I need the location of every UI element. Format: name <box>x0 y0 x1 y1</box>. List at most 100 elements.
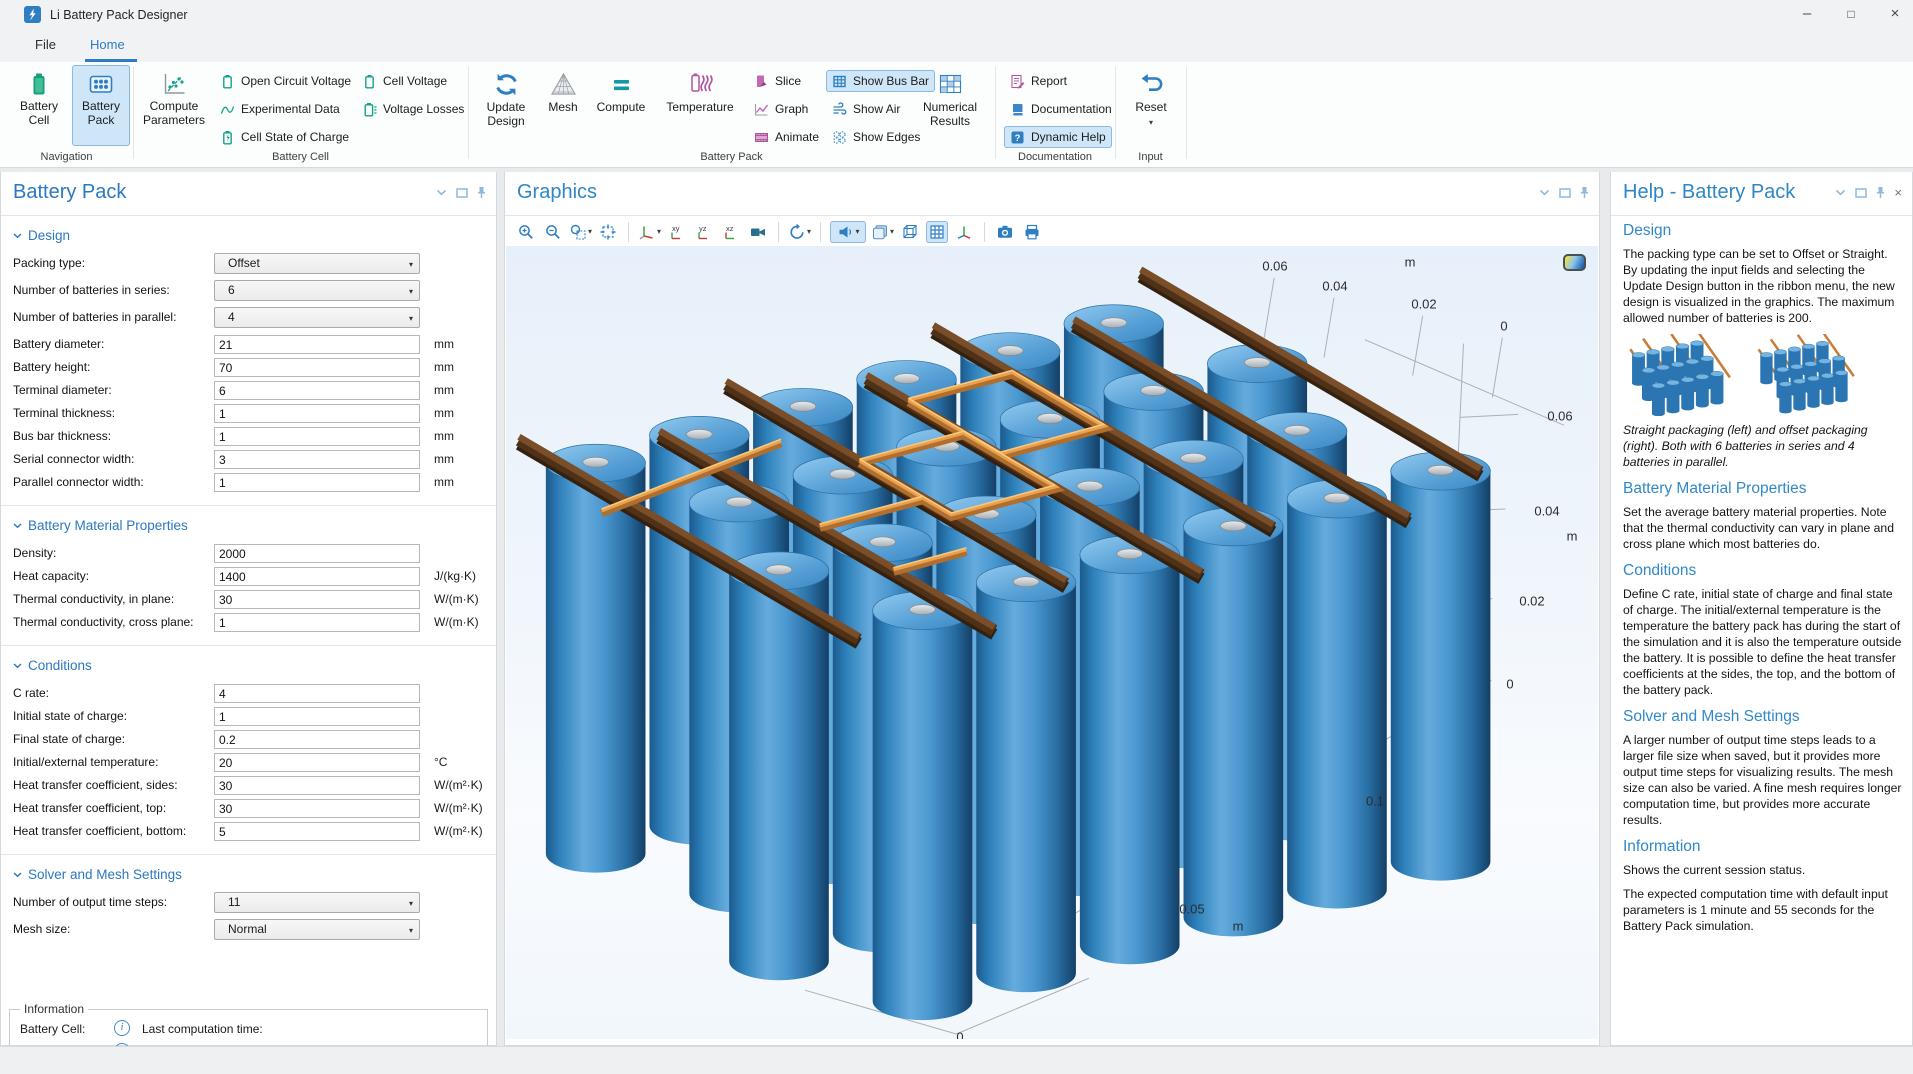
scene-light-button[interactable]: ▾ <box>830 221 866 243</box>
reset-dropdown-arrow[interactable]: ▾ <box>1149 118 1153 127</box>
view-xy-button[interactable]: xy <box>666 221 688 243</box>
mesh-size-select[interactable]: Normal▾ <box>214 919 420 940</box>
open-circuit-voltage-button[interactable]: Open Circuit Voltage <box>214 70 357 92</box>
chevron-down-icon[interactable] <box>436 189 447 196</box>
terminal-thickness-input[interactable] <box>214 404 420 423</box>
initial-temperature-input[interactable] <box>214 753 420 772</box>
zoom-in-button[interactable] <box>515 221 537 243</box>
temperature-button[interactable]: Temperature <box>658 65 742 146</box>
slice-button[interactable]: Slice <box>748 70 807 92</box>
float-window-icon[interactable] <box>456 188 468 198</box>
info-icon[interactable]: i <box>114 1020 130 1036</box>
voltage-losses-button[interactable]: Voltage Losses <box>356 98 470 120</box>
default-view-button[interactable]: ▾ <box>638 221 661 243</box>
heat-capacity-input[interactable] <box>214 567 420 586</box>
show-air-toggle[interactable]: Show Air <box>826 98 906 120</box>
density-input[interactable] <box>214 544 420 563</box>
zoom-box-button[interactable]: ▾ <box>569 221 592 243</box>
section-solver[interactable]: Solver and Mesh Settings <box>13 867 496 882</box>
serial-connector-width-input[interactable] <box>214 450 420 469</box>
pin-icon[interactable] <box>1580 186 1589 199</box>
graphics-panel: Graphics ▾ ▾ xy yz xz ▾ ▾ ▾ <box>504 172 1600 1046</box>
field-row: Packing type: Offset▾ <box>13 252 496 279</box>
print-button[interactable] <box>1021 221 1043 243</box>
window-title: Li Battery Pack Designer <box>50 8 188 22</box>
section-chevron-icon <box>13 523 22 529</box>
mesh-button[interactable]: Mesh <box>540 65 586 146</box>
section-design[interactable]: Design <box>13 228 496 243</box>
scene-camera-button[interactable] <box>747 221 769 243</box>
maximize-button[interactable]: □ <box>1829 0 1873 30</box>
float-window-icon[interactable] <box>1559 188 1571 198</box>
thermal-conductivity-in-plane-input[interactable] <box>214 590 420 609</box>
bus-bar-thickness-input[interactable] <box>214 427 420 446</box>
float-window-icon[interactable] <box>1855 188 1867 198</box>
close-button[interactable]: × <box>1873 0 1913 30</box>
pin-icon[interactable] <box>477 186 486 199</box>
dropdown-arrow-icon[interactable]: ▾ <box>657 227 661 236</box>
parallel-count-select[interactable]: 4▾ <box>214 307 420 328</box>
view-mode-button[interactable]: ▾ <box>871 221 894 243</box>
zoom-out-button[interactable] <box>542 221 564 243</box>
view-xz-button[interactable]: xz <box>720 221 742 243</box>
axis-orientation-button[interactable] <box>953 221 975 243</box>
screenshot-button[interactable] <box>994 221 1016 243</box>
close-panel-icon[interactable]: × <box>1894 188 1902 198</box>
battery-pack-icon <box>88 71 114 97</box>
update-design-button[interactable]: UpdateDesign <box>476 65 536 146</box>
terminal-diameter-input[interactable] <box>214 381 420 400</box>
tab-file[interactable]: File <box>25 30 66 62</box>
cell-voltage-button[interactable]: Cell Voltage <box>356 70 453 92</box>
c-rate-input[interactable] <box>214 684 420 703</box>
title-bar: Li Battery Pack Designer – □ × <box>0 0 1913 30</box>
rotate-button[interactable]: ▾ <box>788 221 811 243</box>
htc-bottom-input[interactable] <box>214 822 420 841</box>
packing-type-select[interactable]: Offset▾ <box>214 253 420 274</box>
experimental-data-button[interactable]: Experimental Data <box>214 98 346 120</box>
final-soc-input[interactable] <box>214 730 420 749</box>
battery-pack-button[interactable]: BatteryPack <box>72 65 130 146</box>
chevron-down-icon[interactable] <box>1539 189 1550 196</box>
show-edges-toggle[interactable]: Show Edges <box>826 126 926 148</box>
view-yz-button[interactable]: yz <box>693 221 715 243</box>
section-conditions[interactable]: Conditions <box>13 658 496 673</box>
axis-tick-label: 0.02 <box>1411 297 1436 312</box>
pin-icon[interactable] <box>1876 186 1885 199</box>
compute-parameters-button[interactable]: ComputeParameters <box>141 65 207 146</box>
parallel-connector-width-input[interactable] <box>214 473 420 492</box>
compute-button[interactable]: Compute <box>590 65 652 146</box>
graph-button[interactable]: Graph <box>748 98 814 120</box>
dropdown-arrow-icon[interactable]: ▾ <box>588 227 592 236</box>
output-time-steps-select[interactable]: 11▾ <box>214 892 420 913</box>
series-count-select[interactable]: 6▾ <box>214 280 420 301</box>
report-button[interactable]: Report <box>1004 70 1073 92</box>
section-material[interactable]: Battery Material Properties <box>13 518 496 533</box>
tab-home[interactable]: Home <box>80 30 135 62</box>
initial-soc-input[interactable] <box>214 707 420 726</box>
graphics-canvas[interactable]: 0.06 0.04 0.02 0 m 0.06 0.04 m 0.02 0 0.… <box>506 246 1598 1039</box>
field-row: Mesh size: Normal▾ <box>13 918 496 945</box>
documentation-button[interactable]: Documentation <box>1004 98 1118 120</box>
numerical-results-button[interactable]: NumericalResults <box>916 65 984 146</box>
htc-sides-input[interactable] <box>214 776 420 795</box>
section-divider <box>1 505 496 506</box>
minimize-button[interactable]: – <box>1785 0 1829 30</box>
dropdown-arrow-icon[interactable]: ▾ <box>807 227 811 236</box>
chevron-down-icon[interactable] <box>1835 189 1846 196</box>
htc-top-input[interactable] <box>214 799 420 818</box>
dynamic-help-toggle[interactable]: ? Dynamic Help <box>1004 126 1112 148</box>
battery-diameter-input[interactable] <box>214 335 420 354</box>
animate-button[interactable]: Animate <box>748 126 825 148</box>
battery-height-input[interactable] <box>214 358 420 377</box>
dropdown-arrow-icon[interactable]: ▾ <box>890 227 894 236</box>
reset-button[interactable]: Reset▾ <box>1124 65 1178 146</box>
thermal-conductivity-cross-plane-input[interactable] <box>214 613 420 632</box>
show-frame-button[interactable] <box>899 221 921 243</box>
graphics-context-button[interactable] <box>1563 254 1586 271</box>
show-grid-button[interactable] <box>926 221 948 243</box>
cell-state-of-charge-button[interactable]: Cell State of Charge <box>214 126 355 148</box>
group-label-navigation: Navigation <box>0 148 133 166</box>
dropdown-arrow-icon[interactable]: ▾ <box>856 227 860 236</box>
zoom-extents-button[interactable] <box>597 221 619 243</box>
battery-cell-button[interactable]: BatteryCell <box>10 65 68 146</box>
